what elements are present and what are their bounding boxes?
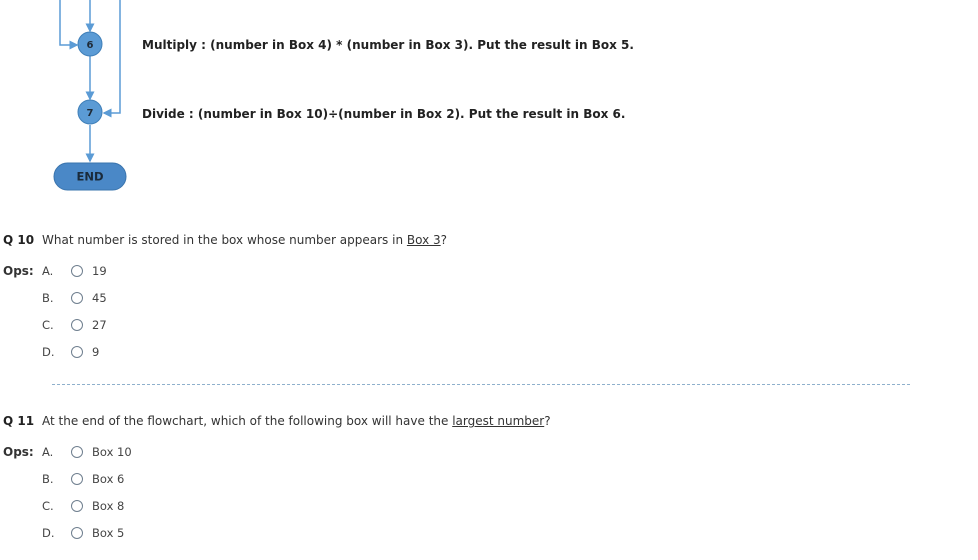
option-letter: D.	[42, 345, 55, 359]
flow-step-7-instruction: Divide : (number in Box 10)÷(number in B…	[142, 107, 626, 121]
radio-button[interactable]	[71, 319, 83, 331]
options-label: Ops:	[3, 264, 34, 278]
flow-node-7-label: 7	[87, 108, 94, 119]
option-letter: B.	[42, 472, 54, 486]
question-text: At the end of the flowchart, which of th…	[42, 414, 551, 428]
radio-button[interactable]	[71, 500, 83, 512]
option-letter: A.	[42, 445, 54, 459]
options-label: Ops:	[3, 445, 34, 459]
question-text-end: ?	[544, 414, 551, 428]
option-text: 19	[92, 264, 107, 278]
question-text-main: What number is stored in the box whose n…	[42, 233, 407, 247]
option-text: Box 10	[92, 445, 132, 459]
radio-button[interactable]	[71, 473, 83, 485]
radio-button[interactable]	[71, 446, 83, 458]
option-letter: C.	[42, 499, 54, 513]
flow-loop-line-right	[102, 0, 121, 118]
question-text-main: At the end of the flowchart, which of th…	[42, 414, 453, 428]
option-text: Box 5	[92, 526, 125, 540]
radio-button[interactable]	[71, 292, 83, 304]
question-underlined-term: Box 3	[406, 233, 441, 247]
flow-step-6-instruction: Multiply : (number in Box 4) * (number i…	[142, 38, 634, 52]
question-underlined-term: largest number	[452, 414, 545, 428]
option-text: 27	[92, 318, 107, 332]
question-text-end: ?	[440, 233, 448, 247]
option-letter: A.	[42, 264, 54, 278]
option-letter: B.	[42, 291, 54, 305]
flow-end-node: END	[53, 162, 127, 191]
flow-loop-line-left	[59, 0, 79, 50]
option-text: 9	[92, 345, 100, 359]
flow-end-label: END	[76, 170, 103, 184]
question-divider	[52, 384, 910, 385]
radio-button[interactable]	[71, 265, 83, 277]
question-number: Q 11	[3, 414, 35, 428]
radio-button[interactable]	[71, 527, 83, 539]
question-number: Q 10	[3, 233, 35, 247]
flow-node-7: 7	[77, 99, 103, 125]
flow-node-6: 6	[77, 31, 103, 57]
question-10: Q 10 What number is stored in the box who…	[3, 233, 447, 247]
option-letter: D.	[42, 526, 55, 540]
question-text: What number is stored in the box whose n…	[42, 233, 447, 247]
option-text: Box 6	[92, 472, 125, 486]
flowchart: 6 7 END	[53, 0, 127, 191]
radio-button[interactable]	[71, 346, 83, 358]
flow-node-6-label: 6	[87, 40, 94, 51]
option-text: 45	[92, 291, 107, 305]
option-text: Box 8	[92, 499, 125, 513]
option-letter: C.	[42, 318, 54, 332]
question-11: Q 11 At the end of the flowchart, which o…	[3, 414, 551, 428]
